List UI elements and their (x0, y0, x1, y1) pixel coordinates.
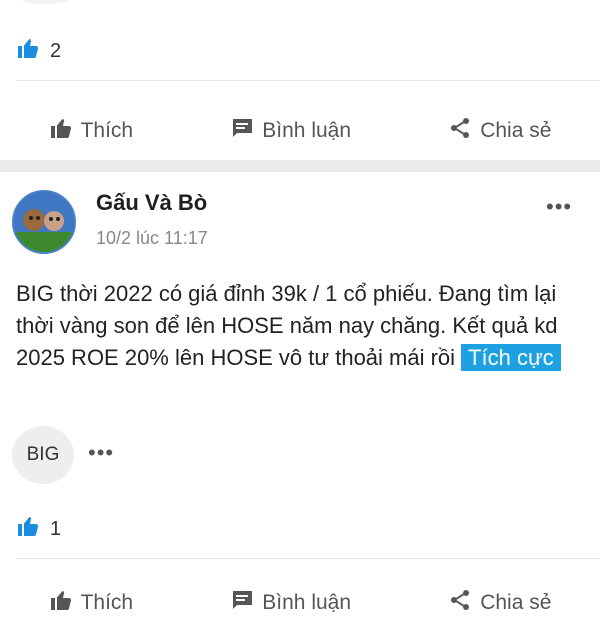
share-icon (448, 588, 472, 618)
comment-label: Bình luận (262, 591, 352, 614)
comment-button[interactable]: Bình luận (230, 116, 351, 146)
comment-icon (230, 588, 254, 618)
comment-label: Bình luận (262, 119, 352, 142)
like-label: Thích (80, 591, 134, 614)
share-button[interactable]: Chia sẻ (448, 116, 551, 146)
thumbs-up-outline-icon (49, 116, 73, 146)
divider (16, 80, 600, 81)
like-summary[interactable]: 1 (16, 514, 61, 544)
like-count: 2 (50, 39, 62, 62)
post-timestamp: 10/2 lúc 11:17 (96, 228, 208, 248)
previous-avatar-edge (14, 0, 76, 4)
post-separator (0, 160, 600, 172)
sentiment-tag[interactable]: Tích cực (461, 344, 561, 371)
share-label: Chia sẻ (480, 591, 552, 614)
ticker-chip[interactable]: BIG (12, 426, 74, 484)
like-label: Thích (80, 119, 134, 142)
like-count: 1 (50, 517, 62, 540)
share-label: Chia sẻ (480, 119, 552, 142)
comment-button[interactable]: Bình luận (230, 588, 351, 618)
action-bar: Thích Bình luận Chia sẻ (0, 116, 600, 146)
thumbs-up-outline-icon (49, 588, 73, 618)
action-bar: Thích Bình luận Chia sẻ (0, 588, 600, 618)
like-summary[interactable]: 2 (16, 36, 61, 66)
share-button[interactable]: Chia sẻ (448, 588, 551, 618)
author-avatar[interactable] (12, 190, 76, 254)
like-button[interactable]: Thích (49, 116, 134, 146)
post-content: BIG thời 2022 có giá đỉnh 39k / 1 cổ phi… (16, 278, 586, 374)
share-icon (448, 116, 472, 146)
more-options-icon[interactable]: ••• (546, 194, 572, 220)
divider (16, 558, 600, 559)
thumbs-up-icon (16, 36, 40, 66)
thumbs-up-icon (16, 514, 40, 544)
author-name[interactable]: Gấu Và Bò (96, 190, 207, 216)
comment-icon (230, 116, 254, 146)
like-button[interactable]: Thích (49, 588, 134, 618)
chip-more-icon[interactable]: ••• (88, 440, 114, 466)
